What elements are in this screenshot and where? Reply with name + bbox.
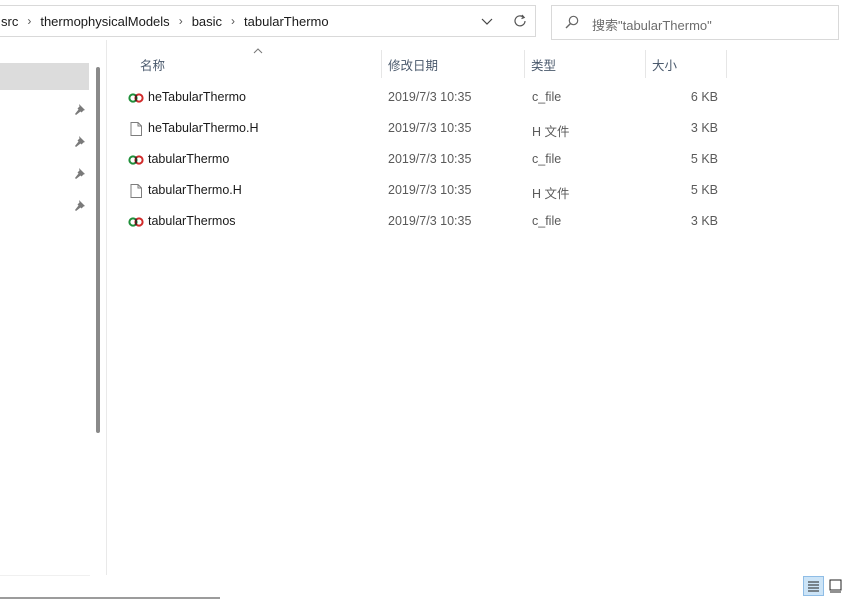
c-file-icon — [128, 155, 144, 165]
column-header-size-label: 大小 — [652, 58, 678, 73]
file-date: 2019/7/3 10:35 — [388, 121, 472, 135]
breadcrumb-src[interactable]: src — [1, 14, 18, 29]
file-row[interactable]: tabularThermo 2019/7/3 10:35 c_file 5 KB — [124, 144, 729, 175]
file-type: c_file — [532, 214, 562, 228]
refresh-icon[interactable] — [511, 12, 529, 30]
file-date: 2019/7/3 10:35 — [388, 90, 472, 104]
column-header-type-label: 类型 — [531, 58, 557, 73]
c-file-icon — [128, 93, 144, 103]
column-divider[interactable] — [726, 50, 727, 78]
breadcrumb-basic[interactable]: basic — [192, 14, 222, 29]
file-row[interactable]: tabularThermo.H 2019/7/3 10:35 H 文件 5 KB — [124, 175, 729, 206]
nav-divider — [0, 575, 90, 576]
file-type: c_file — [532, 152, 562, 166]
column-header-name-label: 名称 — [140, 58, 166, 73]
file-name: heTabularThermo — [148, 90, 246, 104]
pin-icon[interactable] — [74, 167, 86, 179]
nav-item-selected[interactable] — [0, 63, 89, 90]
chevron-down-icon[interactable] — [479, 13, 495, 29]
column-header-name[interactable]: 名称 — [130, 50, 380, 78]
pin-icon[interactable] — [74, 199, 86, 211]
chevron-right-icon[interactable]: › — [18, 14, 40, 28]
file-date: 2019/7/3 10:35 — [388, 183, 472, 197]
column-header-size[interactable]: 大小 — [646, 50, 726, 78]
file-size: 6 KB — [690, 90, 718, 104]
large-icons-view-icon — [829, 579, 842, 593]
file-row[interactable]: tabularThermos 2019/7/3 10:35 c_file 3 K… — [124, 206, 729, 237]
file-row[interactable]: heTabularThermo.H 2019/7/3 10:35 H 文件 3 … — [124, 113, 729, 144]
column-header-type[interactable]: 类型 — [525, 50, 645, 78]
search-icon — [565, 15, 579, 29]
breadcrumb: src › thermophysicalModels › basic › tab… — [1, 6, 329, 36]
chevron-right-icon[interactable]: › — [222, 14, 244, 28]
large-icons-view-button[interactable] — [828, 576, 842, 596]
breadcrumb-tabularthermo[interactable]: tabularThermo — [244, 14, 329, 29]
file-size: 5 KB — [690, 152, 718, 166]
chevron-right-icon[interactable]: › — [170, 14, 192, 28]
file-row[interactable]: heTabularThermo 2019/7/3 10:35 c_file 6 … — [124, 82, 729, 113]
address-bar[interactable]: src › thermophysicalModels › basic › tab… — [0, 5, 536, 37]
column-header-date[interactable]: 修改日期 — [382, 50, 524, 78]
breadcrumb-thermophysicalmodels[interactable]: thermophysicalModels — [40, 14, 169, 29]
file-size: 3 KB — [690, 121, 718, 135]
details-view-button[interactable] — [803, 576, 824, 596]
nav-scrollbar[interactable] — [96, 67, 100, 433]
blank-file-icon — [130, 184, 142, 198]
search-input[interactable]: 搜索"tabularThermo" — [592, 15, 712, 34]
file-name: tabularThermos — [148, 214, 236, 228]
file-name: tabularThermo.H — [148, 183, 242, 197]
file-size: 5 KB — [690, 183, 718, 197]
file-type: H 文件 — [532, 187, 570, 201]
file-name: tabularThermo — [148, 152, 230, 166]
search-box[interactable]: 搜索"tabularThermo" — [551, 5, 839, 40]
file-date: 2019/7/3 10:35 — [388, 214, 472, 228]
file-type: H 文件 — [532, 125, 570, 139]
file-date: 2019/7/3 10:35 — [388, 152, 472, 166]
c-file-icon — [128, 217, 144, 227]
file-type: c_file — [532, 90, 562, 104]
file-name: heTabularThermo.H — [148, 121, 259, 135]
column-header-date-label: 修改日期 — [388, 58, 439, 73]
navigation-pane — [0, 40, 107, 576]
pin-icon[interactable] — [74, 135, 86, 147]
pin-icon[interactable] — [74, 103, 86, 115]
file-size: 3 KB — [690, 214, 718, 228]
details-view-icon — [808, 581, 819, 592]
blank-file-icon — [130, 122, 142, 136]
